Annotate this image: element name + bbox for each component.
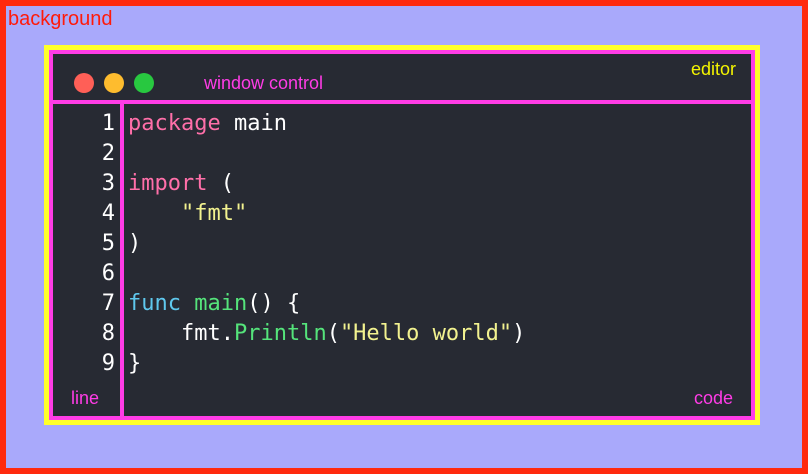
line-number: 9 <box>101 351 115 376</box>
background-label: background <box>8 8 113 30</box>
close-button[interactable] <box>74 73 94 93</box>
window-control-bar: window control <box>49 50 755 104</box>
minimize-button[interactable] <box>104 73 124 93</box>
code-line-3: import ( <box>128 169 234 199</box>
code-text: () { <box>247 291 301 316</box>
function-name: main <box>194 291 248 316</box>
code-text: fmt. <box>128 321 234 346</box>
code-line-8: fmt.Println("Hello world") <box>128 319 525 349</box>
line-number: 7 <box>101 291 115 316</box>
line-number: 6 <box>101 261 115 286</box>
line-label: line <box>71 388 100 408</box>
line-number: 4 <box>101 201 115 226</box>
window-control-label: window control <box>204 73 324 93</box>
code-line-1: package main <box>128 109 287 139</box>
code-line-5: ) <box>128 229 141 259</box>
editor-window: editor window control 1 2 3 4 5 6 7 8 9 … <box>44 45 760 425</box>
line-number: 5 <box>101 231 115 256</box>
keyword: package <box>128 111 221 136</box>
line-number: 8 <box>101 321 115 346</box>
code-line-7: func main() { <box>128 289 300 319</box>
line-number: 2 <box>101 141 115 166</box>
function-name: Println <box>233 321 327 346</box>
code-text: ( <box>207 171 234 196</box>
maximize-button[interactable] <box>134 73 154 93</box>
line-number: 1 <box>101 111 115 136</box>
code-text: ) <box>512 321 526 346</box>
keyword: func <box>128 291 181 316</box>
code-text: ) <box>128 231 142 256</box>
line-number: 3 <box>101 171 115 196</box>
string-literal: "Hello world" <box>339 321 513 346</box>
code-text: } <box>128 351 142 376</box>
line-number-gutter: 1 2 3 4 5 6 7 8 9 line <box>49 100 124 420</box>
code-label: code <box>693 388 733 408</box>
code-line-4: "fmt" <box>128 199 247 229</box>
keyword: import <box>128 171 208 196</box>
code-text: ( <box>326 321 340 346</box>
code-line-9: } <box>128 349 141 379</box>
code-text: main <box>220 111 287 136</box>
code-area[interactable]: package main import ( "fmt" ) func main(… <box>120 100 755 420</box>
string-literal: "fmt" <box>180 201 248 226</box>
